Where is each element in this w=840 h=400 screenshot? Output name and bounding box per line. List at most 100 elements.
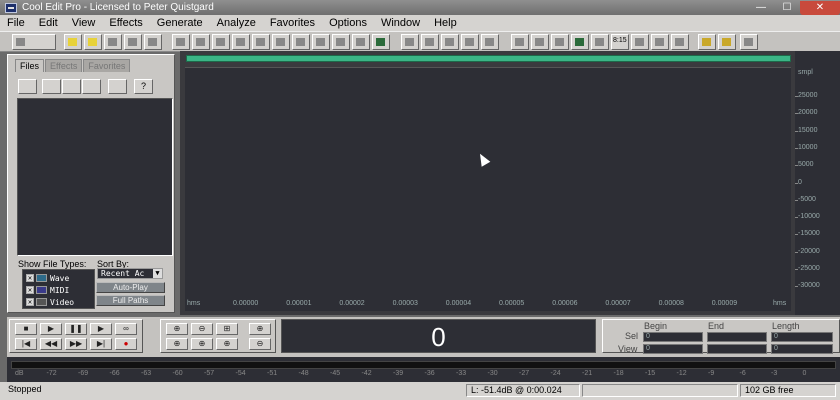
paste-icon[interactable] — [292, 34, 310, 50]
meter-db-label: 0 — [802, 370, 807, 377]
fast-forward-button[interactable]: ▶▶ — [65, 338, 87, 350]
view3-icon[interactable] — [551, 34, 569, 50]
mute-icon[interactable] — [372, 34, 390, 50]
chevron-down-icon[interactable]: ▼ — [153, 269, 162, 278]
tempo-icon[interactable]: 8:15 — [611, 34, 629, 50]
app-icon[interactable] — [5, 2, 17, 13]
tab-favorites[interactable]: Favorites — [83, 59, 131, 72]
amplitude-ruler[interactable]: smpl 25000 20000 15000 10000 5000 0 -5000 -1000… — [795, 51, 840, 315]
effects-icon[interactable] — [698, 34, 716, 50]
find-icon[interactable] — [591, 34, 609, 50]
cd-player-icon[interactable] — [718, 34, 736, 50]
video-checkbox[interactable]: ✕ — [26, 298, 34, 306]
menu-view[interactable]: View — [72, 17, 96, 29]
menu-edit[interactable]: Edit — [39, 17, 58, 29]
grid2-icon[interactable] — [461, 34, 479, 50]
menu-analyze[interactable]: Analyze — [217, 17, 256, 29]
waveform-display[interactable] — [185, 67, 791, 299]
midi-checkbox[interactable]: ✕ — [26, 286, 34, 294]
save-as-icon[interactable] — [144, 34, 162, 50]
file-type-video[interactable]: ✕ Video — [26, 297, 74, 307]
sort-by-select[interactable]: Recent Ac ▼ — [97, 268, 163, 279]
waveform-view-icon[interactable] — [421, 34, 439, 50]
copy-icon[interactable] — [232, 34, 250, 50]
zoom-out-icon[interactable]: ⊖ — [191, 323, 213, 335]
sel-length-field[interactable]: 0 — [771, 332, 833, 342]
loop-button[interactable]: ∞ — [115, 323, 137, 335]
minimize-button[interactable]: — — [748, 1, 774, 15]
overview-bar[interactable] — [186, 55, 791, 62]
grid3-icon[interactable] — [481, 34, 499, 50]
menu-generate[interactable]: Generate — [157, 17, 203, 29]
zoom-right-icon[interactable]: ⊕ — [216, 338, 238, 350]
go-to-end-button[interactable]: ▶| — [90, 338, 112, 350]
file-type-wave[interactable]: ✕ Wave — [26, 273, 69, 283]
close-icon[interactable] — [104, 34, 122, 50]
menu-help[interactable]: Help — [434, 17, 457, 29]
zoom-full-icon[interactable]: ⊞ — [216, 323, 238, 335]
edit-file-icon[interactable] — [82, 79, 101, 94]
trim-icon[interactable] — [352, 34, 370, 50]
sel-end-field[interactable] — [707, 332, 767, 342]
menu-favorites[interactable]: Favorites — [270, 17, 315, 29]
open-icon[interactable] — [84, 34, 102, 50]
zoom-selection-icon[interactable]: ⊕ — [166, 338, 188, 350]
cd-icon[interactable] — [651, 34, 669, 50]
zoom-in-icon[interactable]: ⊕ — [166, 323, 188, 335]
view1-icon[interactable] — [511, 34, 529, 50]
zoom-left-icon[interactable]: ⊕ — [191, 338, 213, 350]
wave-icon — [36, 274, 47, 282]
maximize-button[interactable]: ☐ — [774, 1, 800, 15]
auto-play-icon[interactable] — [108, 79, 127, 94]
new-icon[interactable] — [64, 34, 82, 50]
view2-icon[interactable] — [531, 34, 549, 50]
mix-paste-icon[interactable] — [332, 34, 350, 50]
undo-icon[interactable] — [172, 34, 190, 50]
menu-file[interactable]: File — [7, 17, 25, 29]
spectral-view-icon[interactable] — [401, 34, 419, 50]
redo-icon[interactable] — [192, 34, 210, 50]
tab-effects[interactable]: Effects — [45, 59, 83, 72]
repeat-icon[interactable] — [212, 34, 230, 50]
view-end-field[interactable] — [707, 344, 767, 354]
close-button[interactable]: ✕ — [800, 0, 840, 15]
stop-button[interactable]: ■ — [15, 323, 37, 335]
cut-icon[interactable] — [272, 34, 290, 50]
menu-options[interactable]: Options — [329, 17, 367, 29]
menu-window[interactable]: Window — [381, 17, 420, 29]
sel-begin-field[interactable]: 0 — [643, 332, 703, 342]
rewind-button[interactable]: ◀◀ — [40, 338, 62, 350]
zoom-in-vertical-icon[interactable]: ⊕ — [249, 323, 271, 335]
tab-files[interactable]: Files — [15, 59, 45, 72]
paste-new-icon[interactable] — [312, 34, 330, 50]
play-button[interactable]: ▶ — [40, 323, 62, 335]
grid-icon[interactable] — [441, 34, 459, 50]
help-icon[interactable]: ? — [134, 79, 153, 94]
file-list[interactable] — [17, 98, 173, 256]
wave-checkbox[interactable]: ✕ — [26, 274, 34, 282]
play-icon[interactable] — [571, 34, 589, 50]
multitrack-icon[interactable] — [12, 34, 56, 50]
close-file-icon[interactable] — [42, 79, 61, 94]
view-begin-field[interactable]: 0 — [643, 344, 703, 354]
menu-effects[interactable]: Effects — [109, 17, 142, 29]
open-folder-icon[interactable] — [18, 79, 37, 94]
go-to-start-button[interactable]: |◀ — [15, 338, 37, 350]
help-icon[interactable] — [740, 34, 758, 50]
file-type-midi[interactable]: ✕ MIDI — [26, 285, 69, 295]
time-ruler[interactable]: hms 0.00000 0.00001 0.00002 0.00003 0.00004 0.… — [185, 299, 791, 311]
view-length-field[interactable]: 0 — [771, 344, 833, 354]
time-tick-label: 0.00000 — [233, 300, 259, 307]
copy-new-icon[interactable] — [252, 34, 270, 50]
record-button[interactable]: ● — [115, 338, 137, 350]
full-paths-button[interactable]: Full Paths — [96, 295, 165, 306]
meter-db-label: -6 — [739, 370, 746, 377]
play-to-end-button[interactable]: ▶ — [90, 323, 112, 335]
save-icon[interactable] — [124, 34, 142, 50]
pause-button[interactable]: ❚❚ — [65, 323, 87, 335]
insert-multitrack-icon[interactable] — [62, 79, 81, 94]
auto-play-button[interactable]: Auto-Play — [96, 282, 165, 293]
marker-icon[interactable] — [631, 34, 649, 50]
zoom-out-vertical-icon[interactable]: ⊖ — [249, 338, 271, 350]
list-icon[interactable] — [671, 34, 689, 50]
